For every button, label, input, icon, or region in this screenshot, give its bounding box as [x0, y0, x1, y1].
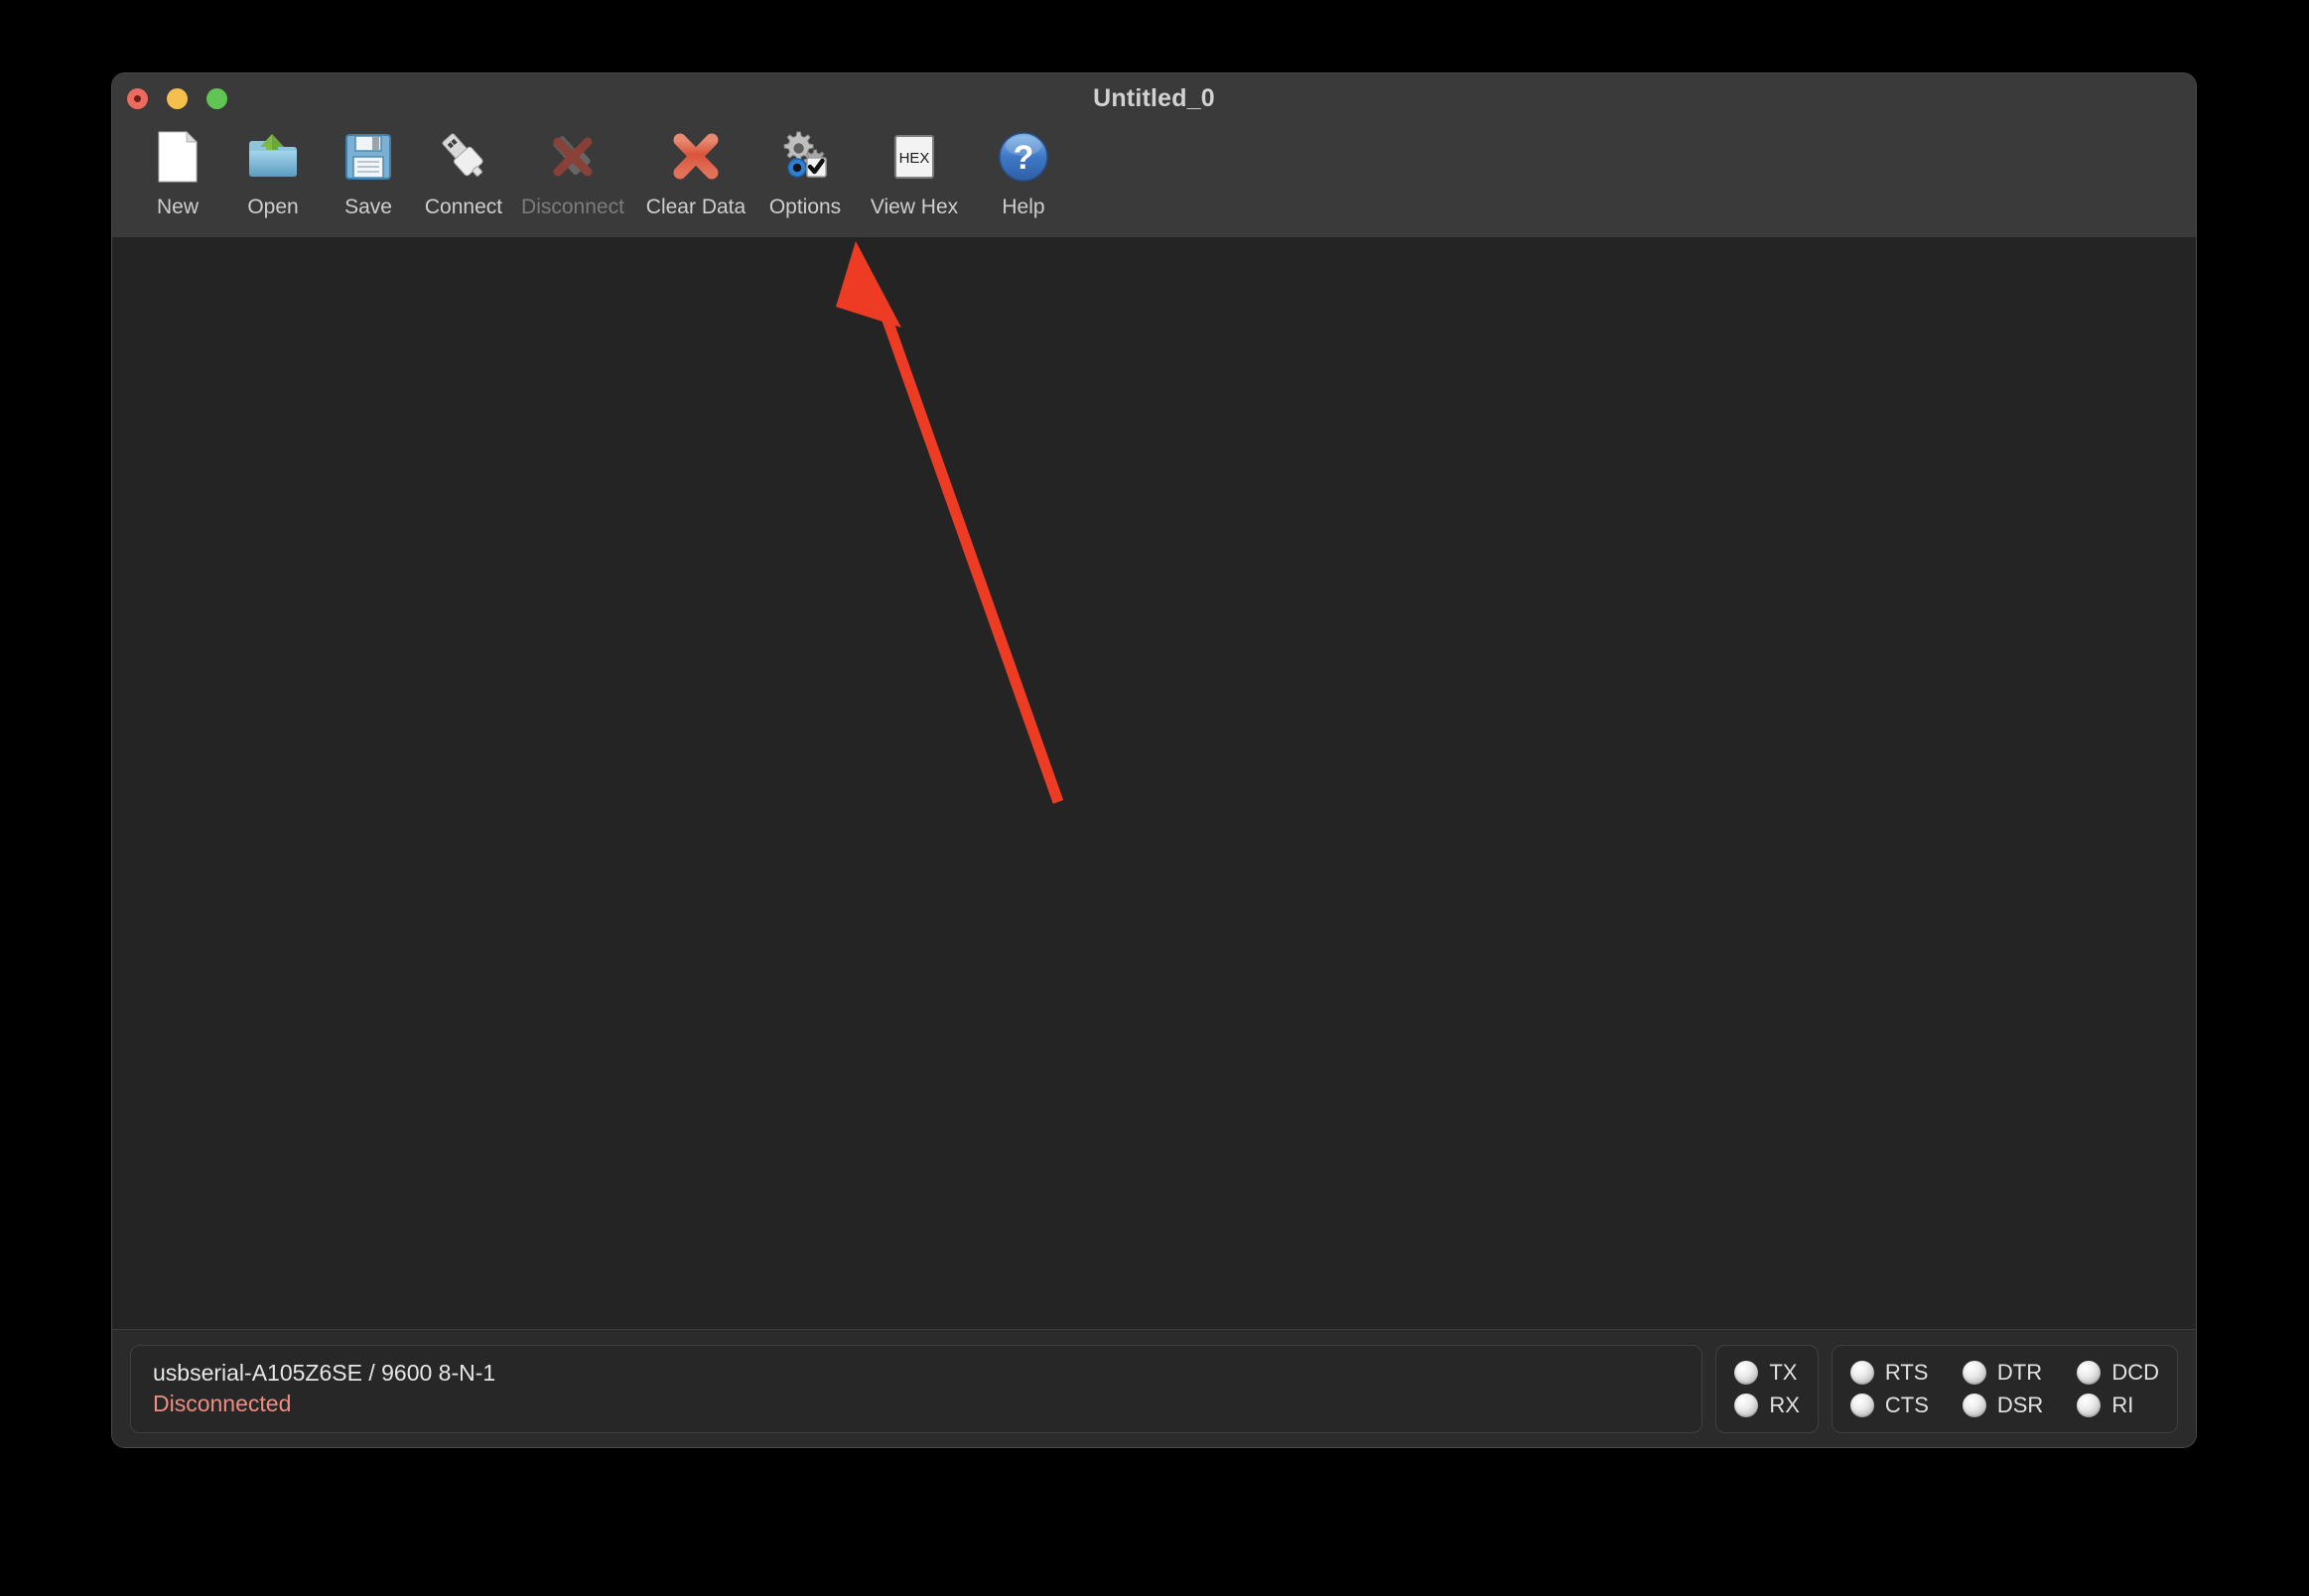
toolbar-button-save[interactable]: Save — [321, 121, 416, 217]
ri-led-label: RI — [2111, 1392, 2134, 1417]
toolbar: New Open Save Connect Disconnect Clear D… — [130, 121, 1071, 217]
usb-plug-x-icon — [541, 125, 605, 189]
question-mark-icon: ? — [992, 125, 1055, 189]
led-cts: CTS — [1849, 1392, 1929, 1418]
floppy-disk-icon — [337, 125, 400, 189]
screen: Untitled_0 New Open Save Connect Disconn… — [0, 0, 2309, 1596]
toolbar-label-open: Open — [247, 196, 299, 218]
dcd-led-label: DCD — [2111, 1359, 2159, 1385]
toolbar-label-help: Help — [1002, 196, 1045, 218]
cts-led-indicator — [1849, 1393, 1874, 1417]
connection-state-text: Disconnected — [153, 1391, 292, 1416]
toolbar-button-disconnect: Disconnect — [511, 121, 634, 217]
dsr-led-label: DSR — [1996, 1392, 2044, 1417]
svg-text:HEX: HEX — [899, 150, 930, 167]
rts-led-indicator — [1849, 1360, 1874, 1385]
titlebar: Untitled_0 New Open Save Connect Disconn… — [112, 73, 2196, 239]
dtr-led-indicator — [1962, 1360, 1986, 1385]
hex-badge-icon: HEX — [883, 125, 946, 189]
ri-led-indicator — [2077, 1393, 2102, 1417]
tx-led-indicator — [1734, 1360, 1759, 1385]
data-led-panel: TX RX — [1715, 1344, 1819, 1433]
open-folder-icon — [241, 125, 305, 189]
led-rx: RX — [1734, 1393, 1800, 1418]
toolbar-label-new: New — [156, 196, 199, 218]
led-ri: RI — [2077, 1393, 2159, 1418]
toolbar-button-clear-data[interactable]: Clear Data — [634, 121, 757, 217]
port-settings-text: usbserial-A105Z6SE / 9600 8-N-1 — [153, 1359, 496, 1386]
toolbar-label-connect: Connect — [424, 196, 503, 218]
control-led-grid: RTS CTS DTR DSR DCD RI — [1849, 1359, 2159, 1418]
rx-led-indicator — [1734, 1393, 1759, 1417]
tx-led-label: TX — [1769, 1359, 1798, 1385]
cts-led-label: CTS — [1884, 1392, 1929, 1417]
led-rts: RTS — [1849, 1359, 1929, 1386]
connection-status-panel: usbserial-A105Z6SE / 9600 8-N-1 Disconne… — [130, 1344, 1703, 1433]
led-dcd: DCD — [2077, 1360, 2159, 1386]
led-dtr: DTR — [1962, 1359, 2043, 1386]
red-x-icon — [664, 125, 728, 189]
led-tx: TX — [1734, 1360, 1800, 1386]
toolbar-button-open[interactable]: Open — [225, 121, 321, 217]
toolbar-label-view-hex: View Hex — [870, 196, 959, 218]
svg-text:?: ? — [1014, 139, 1034, 177]
toolbar-button-view-hex[interactable]: HEX View Hex — [853, 121, 976, 217]
dsr-led-indicator — [1962, 1393, 1986, 1417]
app-window: Untitled_0 New Open Save Connect Disconn… — [111, 72, 2197, 1448]
control-led-panel: RTS CTS DTR DSR DCD RI — [1831, 1344, 2178, 1433]
toolbar-button-connect[interactable]: Connect — [416, 121, 511, 217]
led-dsr: DSR — [1962, 1392, 2044, 1418]
rts-led-label: RTS — [1884, 1359, 1929, 1385]
toolbar-button-help[interactable]: ? Help — [976, 121, 1071, 217]
rx-led-label: RX — [1769, 1392, 1800, 1417]
toolbar-button-options[interactable]: Options — [757, 121, 853, 217]
toolbar-label-disconnect: Disconnect — [521, 196, 624, 218]
window-title: Untitled_0 — [1093, 84, 1215, 112]
data-led-grid: TX RX — [1734, 1360, 1800, 1418]
terminal-output-area[interactable] — [112, 237, 2196, 1329]
dcd-led-indicator — [2077, 1360, 2102, 1385]
new-document-icon — [146, 125, 209, 189]
usb-plug-icon — [432, 125, 495, 189]
toolbar-label-options: Options — [768, 196, 842, 218]
dtr-led-label: DTR — [1996, 1359, 2043, 1385]
status-bar: usbserial-A105Z6SE / 9600 8-N-1 Disconne… — [112, 1329, 2196, 1447]
toolbar-button-new[interactable]: New — [130, 121, 225, 217]
toolbar-label-save: Save — [344, 196, 392, 218]
toolbar-label-clear-data: Clear Data — [645, 196, 747, 218]
gears-options-icon — [773, 125, 837, 189]
